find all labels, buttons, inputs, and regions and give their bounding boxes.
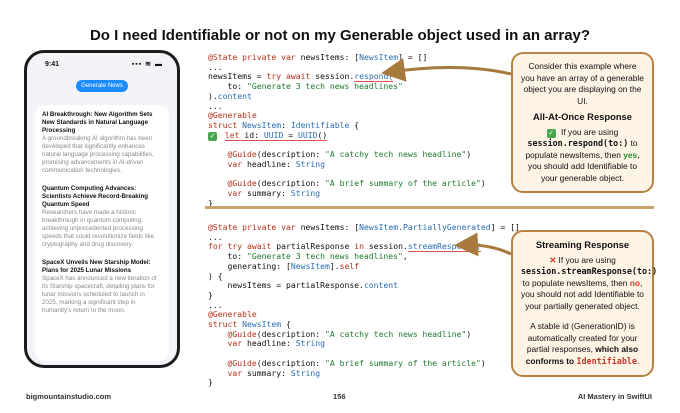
footer-book-title: AI Mastery in SwiftUI xyxy=(577,392,652,401)
callout-arrows xyxy=(381,58,512,257)
footer-site: bigmountainstudio.com xyxy=(26,392,111,401)
footer-page-number: 156 xyxy=(333,392,346,401)
arrow-to-stream-response xyxy=(454,232,512,257)
arrow-to-respond xyxy=(381,58,512,82)
